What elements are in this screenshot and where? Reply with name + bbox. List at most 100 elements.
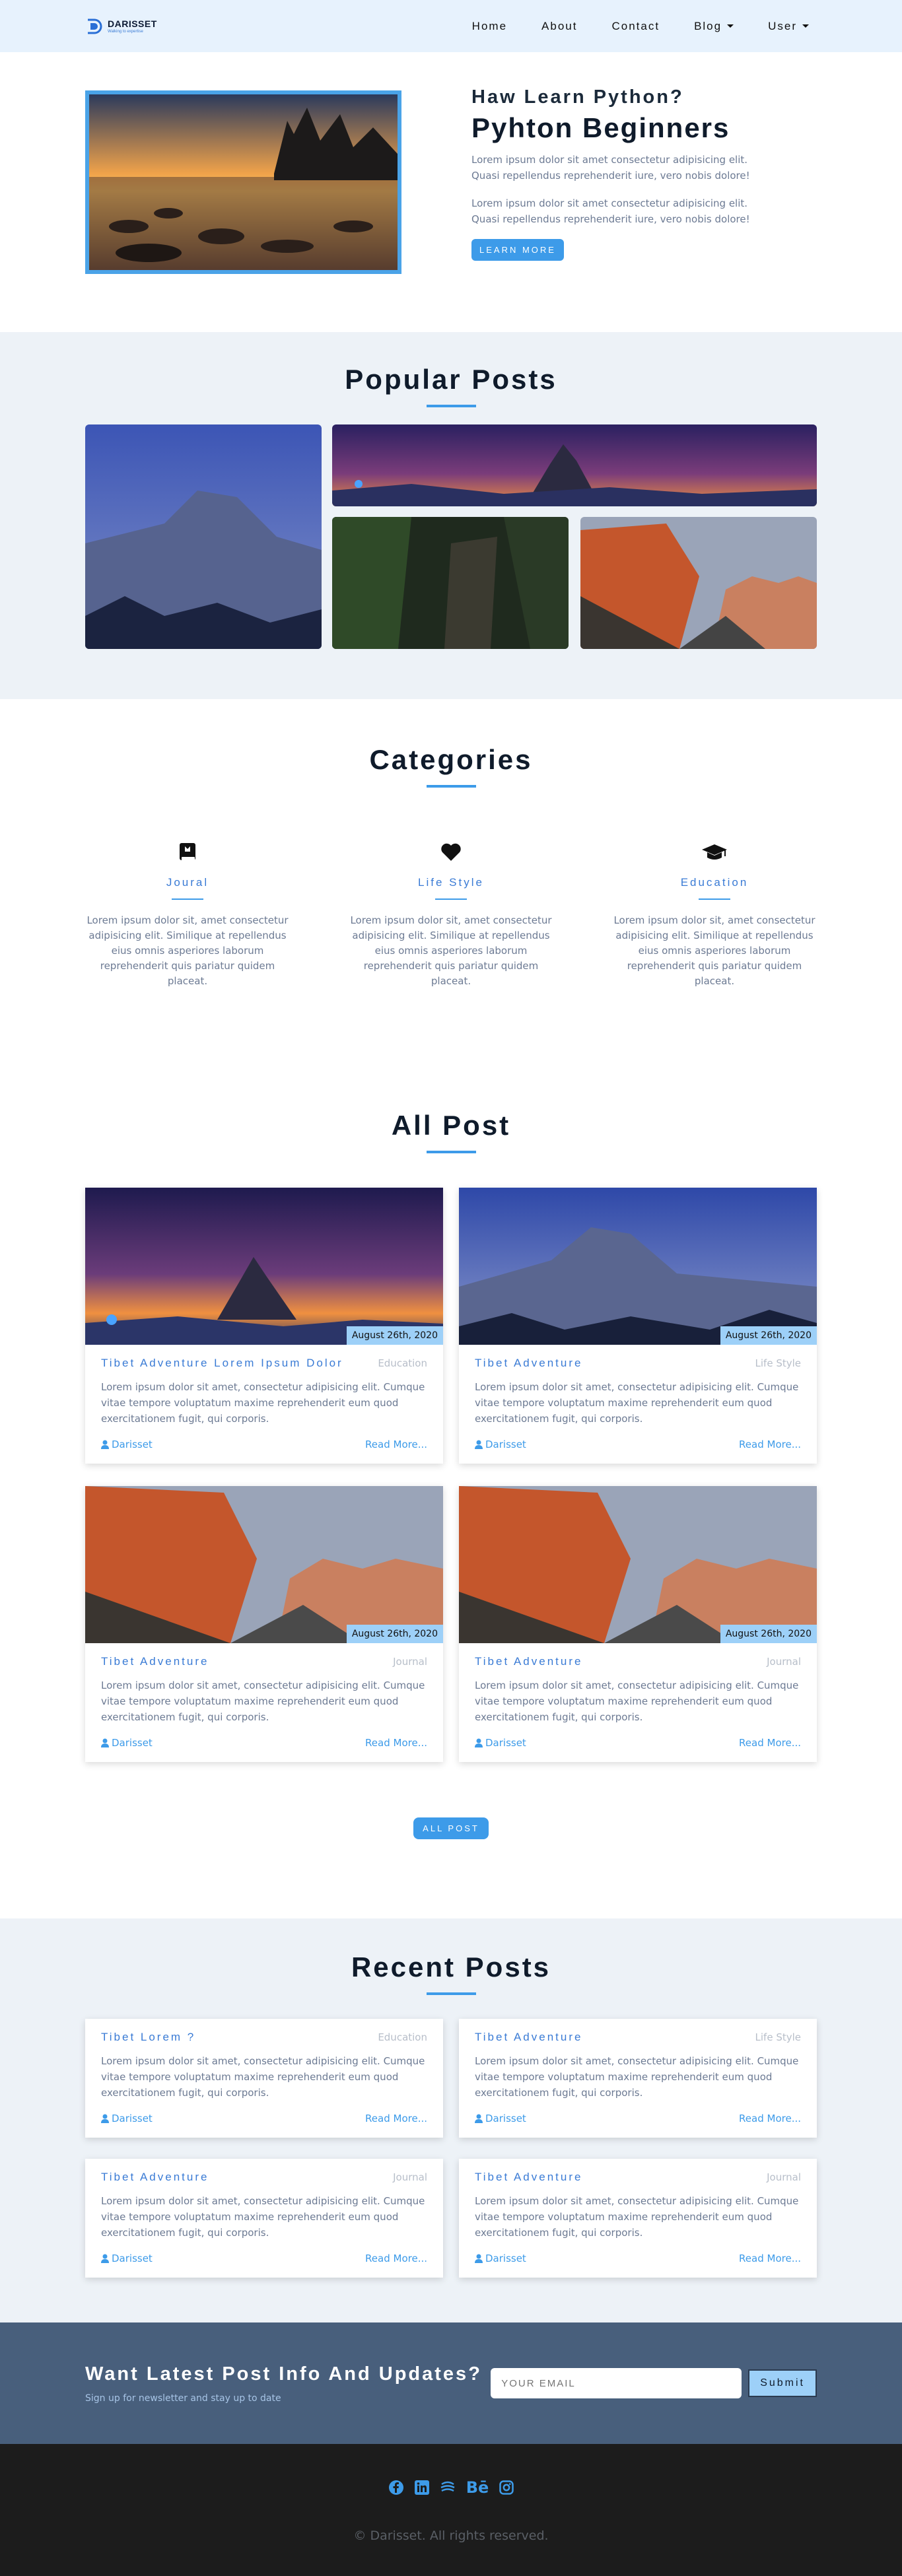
hero-title: Pyhton Beginners bbox=[471, 112, 730, 143]
post-image: August 26th, 2020 bbox=[85, 1188, 443, 1345]
category-underline bbox=[699, 898, 730, 900]
author-name: Darisset bbox=[485, 2113, 526, 2124]
nav-about[interactable]: About bbox=[541, 20, 577, 33]
author-name: Darisset bbox=[112, 1439, 153, 1450]
post-category: Journal bbox=[767, 1656, 801, 1668]
post-card[interactable]: August 26th, 2020 Tibet Adventure Lorem … bbox=[85, 1188, 443, 1464]
newsletter-subtitle: Sign up for newsletter and stay up to da… bbox=[85, 2392, 281, 2404]
post-title[interactable]: Tibet Lorem ? bbox=[101, 2031, 195, 2044]
recent-post-card[interactable]: Tibet Adventure Journal Lorem ipsum dolo… bbox=[459, 2159, 817, 2278]
read-more-link[interactable]: Read More... bbox=[365, 2253, 427, 2264]
read-more-link[interactable]: Read More... bbox=[739, 1439, 801, 1450]
post-date: August 26th, 2020 bbox=[720, 1326, 817, 1345]
post-excerpt: Lorem ipsum dolor sit amet, consectetur … bbox=[475, 2055, 799, 2099]
post-category: Life Style bbox=[755, 1357, 801, 1369]
post-author[interactable]: Darisset bbox=[101, 1439, 153, 1450]
section-title: All Post bbox=[391, 1110, 511, 1141]
post-card[interactable]: August 26th, 2020 Tibet Adventure Journa… bbox=[85, 1486, 443, 1762]
read-more-link[interactable]: Read More... bbox=[365, 1439, 427, 1450]
post-title[interactable]: Tibet Adventure bbox=[475, 2171, 582, 2184]
linkedin-icon[interactable] bbox=[414, 2480, 429, 2495]
read-more-link[interactable]: Read More... bbox=[739, 2113, 801, 2124]
navbar: DARISSET Walking to expertise Home About… bbox=[0, 0, 902, 52]
post-title[interactable]: Tibet Adventure bbox=[475, 1655, 582, 1668]
post-title[interactable]: Tibet Adventure bbox=[101, 2171, 209, 2184]
title-underline bbox=[426, 1992, 476, 1995]
section-title: Popular Posts bbox=[345, 364, 557, 395]
nav-contact[interactable]: Contact bbox=[611, 20, 660, 33]
recent-post-card[interactable]: Tibet Adventure Life Style Lorem ipsum d… bbox=[459, 2019, 817, 2138]
category-title: Joural bbox=[166, 876, 209, 889]
post-excerpt: Lorem ipsum dolor sit amet, consectetur … bbox=[101, 1679, 425, 1723]
logo-icon bbox=[88, 18, 102, 34]
learn-more-button[interactable]: LEARN MORE bbox=[471, 239, 564, 261]
popular-post-image[interactable] bbox=[85, 424, 322, 649]
section-title: Categories bbox=[369, 744, 533, 775]
chevron-down-icon bbox=[802, 24, 809, 28]
read-more-link[interactable]: Read More... bbox=[739, 2253, 801, 2264]
section-title: Recent Posts bbox=[351, 1951, 551, 1983]
user-icon bbox=[101, 2254, 109, 2263]
logo[interactable]: DARISSET Walking to expertise bbox=[85, 17, 157, 36]
read-more-link[interactable]: Read More... bbox=[365, 2113, 427, 2124]
recent-post-card[interactable]: Tibet Lorem ? Education Lorem ipsum dolo… bbox=[85, 2019, 443, 2138]
behance-icon[interactable]: Bē bbox=[466, 2478, 489, 2497]
hero-text: Haw Learn Python? Pyhton Beginners Lorem… bbox=[471, 86, 755, 261]
post-date: August 26th, 2020 bbox=[346, 1625, 443, 1643]
nav-blog-dropdown[interactable]: Blog bbox=[694, 20, 734, 33]
all-post-button[interactable]: ALL POST bbox=[413, 1817, 489, 1839]
category-title: Life Style bbox=[418, 876, 484, 889]
author-name: Darisset bbox=[112, 1737, 153, 1749]
facebook-icon[interactable] bbox=[388, 2480, 404, 2495]
user-icon bbox=[475, 1440, 483, 1449]
author-name: Darisset bbox=[485, 1439, 526, 1450]
post-title[interactable]: Tibet Adventure bbox=[101, 1655, 209, 1668]
nav-user-dropdown[interactable]: User bbox=[768, 20, 809, 33]
post-author[interactable]: Darisset bbox=[101, 1737, 153, 1749]
post-author[interactable]: Darisset bbox=[101, 2113, 153, 2124]
logo-tagline: Walking to expertise bbox=[108, 29, 143, 34]
category-text: Lorem ipsum dolor sit, amet consectetur … bbox=[613, 914, 815, 987]
hero-paragraph: Lorem ipsum dolor sit amet consectetur a… bbox=[471, 154, 750, 182]
dribbble-icon[interactable] bbox=[440, 2480, 456, 2495]
recent-post-card[interactable]: Tibet Adventure Journal Lorem ipsum dolo… bbox=[85, 2159, 443, 2278]
read-more-link[interactable]: Read More... bbox=[365, 1737, 427, 1749]
post-excerpt: Lorem ipsum dolor sit amet, consectetur … bbox=[475, 1381, 799, 1425]
post-author[interactable]: Darisset bbox=[475, 1737, 526, 1749]
post-excerpt: Lorem ipsum dolor sit amet, consectetur … bbox=[101, 1381, 425, 1425]
title-underline bbox=[426, 1151, 476, 1153]
nav-home[interactable]: Home bbox=[472, 20, 507, 33]
post-excerpt: Lorem ipsum dolor sit amet, consectetur … bbox=[101, 2195, 425, 2239]
logo-name: DARISSET bbox=[108, 18, 157, 29]
category-journal[interactable]: Joural Lorem ipsum dolor sit, amet conse… bbox=[85, 840, 290, 989]
post-date: August 26th, 2020 bbox=[346, 1326, 443, 1345]
popular-post-image[interactable] bbox=[580, 517, 817, 649]
email-field[interactable] bbox=[491, 2368, 742, 2398]
post-title[interactable]: Tibet Adventure bbox=[475, 1357, 582, 1370]
popular-post-image[interactable] bbox=[332, 424, 817, 506]
post-category: Education bbox=[378, 1357, 427, 1369]
post-excerpt: Lorem ipsum dolor sit amet, consectetur … bbox=[475, 1679, 799, 1723]
user-icon bbox=[475, 1738, 483, 1747]
category-title: Education bbox=[680, 876, 749, 889]
post-author[interactable]: Darisset bbox=[101, 2253, 153, 2264]
instagram-icon[interactable] bbox=[499, 2480, 514, 2495]
post-author[interactable]: Darisset bbox=[475, 1439, 526, 1450]
post-card[interactable]: August 26th, 2020 Tibet Adventure Journa… bbox=[459, 1486, 817, 1762]
post-title[interactable]: Tibet Adventure Lorem Ipsum Dolor bbox=[101, 1357, 343, 1370]
submit-button[interactable]: Submit bbox=[748, 2369, 817, 2397]
read-more-link[interactable]: Read More... bbox=[739, 1737, 801, 1749]
category-education[interactable]: Education Lorem ipsum dolor sit, amet co… bbox=[612, 840, 817, 989]
newsletter-title: Want Latest Post Info And Updates? bbox=[85, 2363, 482, 2385]
post-image: August 26th, 2020 bbox=[459, 1486, 817, 1643]
post-image: August 26th, 2020 bbox=[85, 1486, 443, 1643]
popular-post-image[interactable] bbox=[332, 517, 569, 649]
user-icon bbox=[101, 1738, 109, 1747]
popular-posts-section: Popular Posts bbox=[0, 332, 902, 699]
category-life-style[interactable]: Life Style Lorem ipsum dolor sit, amet c… bbox=[349, 840, 553, 989]
post-author[interactable]: Darisset bbox=[475, 2253, 526, 2264]
post-card[interactable]: August 26th, 2020 Tibet Adventure Life S… bbox=[459, 1188, 817, 1464]
post-title[interactable]: Tibet Adventure bbox=[475, 2031, 582, 2044]
post-author[interactable]: Darisset bbox=[475, 2113, 526, 2124]
category-underline bbox=[172, 898, 203, 900]
